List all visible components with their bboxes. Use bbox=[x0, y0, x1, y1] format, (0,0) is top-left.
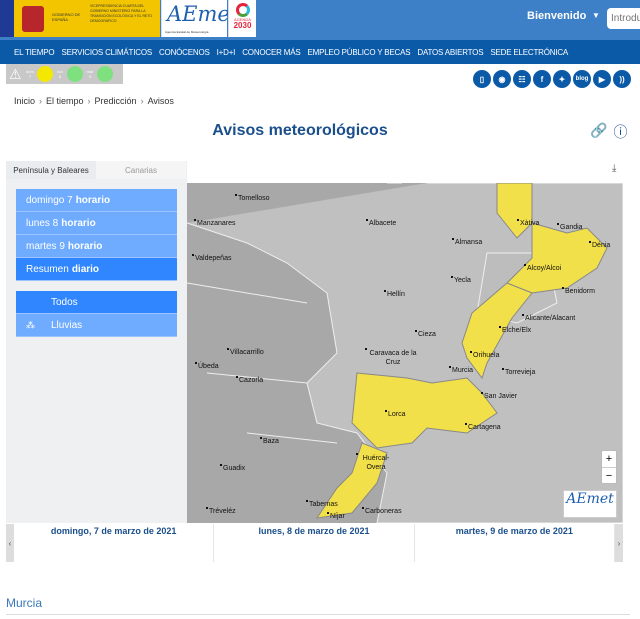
rss-icon[interactable]: )) bbox=[613, 70, 631, 88]
day-carousel: ‹ domingo, 7 de marzo de 2021 lunes, 8 d… bbox=[6, 524, 623, 562]
social-links: ▯ ◉ ☷ f ✦ blog ▶)) bbox=[473, 70, 631, 88]
map-aemet-logo: AEmet bbox=[563, 490, 617, 518]
city-label: Baza bbox=[260, 437, 279, 445]
government-logo[interactable]: GOBIERNO DE ESPAÑA VICEPRESIDENCIA CUARTA… bbox=[0, 0, 160, 37]
link-icon[interactable]: 🔗 bbox=[590, 122, 607, 142]
rain-icon: ⁂ bbox=[26, 319, 35, 330]
divider bbox=[6, 614, 630, 615]
filter-lluvias[interactable]: ⁂ Lluvias bbox=[16, 314, 177, 337]
city-label: Murcia bbox=[448, 366, 474, 374]
nav-sede-electronica[interactable]: SEDE ELECTRÓNICA bbox=[490, 48, 568, 57]
warning-summary[interactable]: ⚠ dom 7 lun 8 mar 9 bbox=[6, 64, 123, 84]
option-domingo[interactable]: domingo 7 horario bbox=[16, 189, 177, 212]
youtube-icon[interactable]: ▶ bbox=[593, 70, 611, 88]
city-label: San Javier bbox=[480, 392, 518, 400]
options-panel: Península y Baleares Canarias domingo 7h… bbox=[6, 161, 187, 523]
tab-peninsula[interactable]: Península y Baleares bbox=[6, 161, 96, 179]
city-label: Carboneras bbox=[362, 507, 402, 515]
warning-dot bbox=[97, 66, 113, 82]
city-label: Yecla bbox=[451, 276, 471, 284]
city-label: Lorca bbox=[385, 410, 406, 418]
option-martes[interactable]: martes 9 horario bbox=[16, 235, 177, 258]
warning-icon: ⚠ bbox=[9, 65, 22, 82]
page-title: Avisos meteorológicos bbox=[212, 122, 388, 139]
city-label: Valdepeñas bbox=[191, 254, 232, 262]
zoom-out-button[interactable]: − bbox=[602, 467, 616, 484]
caret-down-icon[interactable]: ▼ bbox=[592, 11, 600, 20]
city-label: Almansa bbox=[451, 238, 483, 246]
option-resumen[interactable]: Resumen diario bbox=[16, 258, 177, 281]
nav-servicios-climaticos[interactable]: SERVICIOS CLIMÁTICOS bbox=[61, 48, 152, 57]
breadcrumb: Inicio › El tiempo › Predicción › Avisos bbox=[14, 96, 174, 106]
coat-of-arms-icon bbox=[22, 6, 44, 32]
mobile-icon[interactable]: ▯ bbox=[473, 70, 491, 88]
search-input[interactable] bbox=[607, 8, 640, 29]
aemet-logo[interactable]: AEmet Agencia Estatal de Meteorología bbox=[161, 0, 238, 37]
nav-conocenos[interactable]: CONÓCENOS bbox=[159, 48, 210, 57]
warning-dot bbox=[67, 66, 83, 82]
city-label: Dénia bbox=[588, 241, 611, 249]
city-label: Cazorla bbox=[235, 376, 264, 384]
option-lunes[interactable]: lunes 8 horario bbox=[16, 212, 177, 235]
day-domingo[interactable]: domingo, 7 de marzo de 2021 bbox=[14, 524, 215, 562]
city-label: Tomelloso bbox=[235, 194, 270, 202]
day-martes[interactable]: martes, 9 de marzo de 2021 bbox=[415, 524, 615, 562]
city-label: Níjar bbox=[327, 512, 345, 520]
region-heading: Murcia bbox=[6, 596, 43, 610]
warning-dot bbox=[37, 66, 53, 82]
city-label: Elche/Elx bbox=[498, 326, 532, 334]
map-zoom-control: + − bbox=[601, 450, 617, 484]
city-label: Manzanares bbox=[194, 219, 236, 227]
day-lunes[interactable]: lunes, 8 de marzo de 2021 bbox=[214, 524, 415, 562]
city-label: Cieza bbox=[415, 330, 436, 338]
city-label: Xàtiva bbox=[516, 219, 540, 227]
nav-datos-abiertos[interactable]: DATOS ABIERTOS bbox=[417, 48, 483, 57]
city-label: Benidorm bbox=[562, 287, 595, 295]
warnings-map[interactable]: Tomelloso Manzanares Albacete Xàtiva Gan… bbox=[187, 183, 623, 523]
city-label: Torrevieja bbox=[501, 368, 536, 376]
city-label: Cartagena bbox=[465, 423, 501, 431]
sitemap-icon[interactable]: ☷ bbox=[513, 70, 531, 88]
top-bar: GOBIERNO DE ESPAÑA VICEPRESIDENCIA CUARTA… bbox=[0, 0, 640, 40]
nav-conocer-mas[interactable]: CONOCER MÁS bbox=[242, 48, 300, 57]
city-label: Alicante/Alacant bbox=[521, 314, 576, 322]
city-label: Tabernas bbox=[306, 500, 338, 508]
main-nav: EL TIEMPO SERVICIOS CLIMÁTICOS CONÓCENOS… bbox=[0, 40, 640, 64]
blog-icon[interactable]: blog bbox=[573, 70, 591, 88]
city-label: Orihuela bbox=[469, 351, 500, 359]
prev-day-button[interactable]: ‹ bbox=[6, 524, 14, 562]
breadcrumb-avisos[interactable]: Avisos bbox=[148, 96, 174, 106]
city-label: Alcoy/Alcoi bbox=[523, 264, 562, 272]
breadcrumb-el-tiempo[interactable]: El tiempo bbox=[46, 96, 84, 106]
city-label: Caravaca de la Cruz bbox=[365, 348, 417, 366]
next-day-button[interactable]: › bbox=[614, 524, 623, 562]
filter-todos[interactable]: Todos bbox=[16, 291, 177, 314]
city-label: Úbeda bbox=[195, 362, 219, 370]
city-label: Tréveléz bbox=[206, 507, 236, 515]
facebook-icon[interactable]: f bbox=[533, 70, 551, 88]
twitter-icon[interactable]: ✦ bbox=[553, 70, 571, 88]
download-icon[interactable]: ⤓ bbox=[612, 163, 616, 174]
breadcrumb-inicio[interactable]: Inicio bbox=[14, 96, 35, 106]
tab-canarias[interactable]: Canarias bbox=[96, 161, 186, 179]
nav-el-tiempo[interactable]: EL TIEMPO bbox=[14, 48, 55, 57]
city-label: Villacarrillo bbox=[227, 348, 264, 356]
zoom-in-button[interactable]: + bbox=[602, 451, 616, 467]
android-icon[interactable]: ◉ bbox=[493, 70, 511, 88]
welcome-menu[interactable]: Bienvenido bbox=[527, 10, 586, 22]
agenda-2030-logo[interactable]: AGENDA 2030 bbox=[228, 0, 256, 37]
city-label: Guadix bbox=[219, 464, 246, 472]
nav-empleo[interactable]: EMPLEO PÚBLICO Y BECAS bbox=[307, 48, 410, 57]
city-label: Huércal-Overa bbox=[356, 453, 393, 472]
breadcrumb-prediccion[interactable]: Predicción bbox=[95, 96, 137, 106]
nav-idi[interactable]: I+D+I bbox=[217, 48, 236, 57]
city-label: Albacete bbox=[365, 219, 397, 227]
info-icon[interactable]: ⓘ bbox=[613, 122, 627, 142]
city-label: Gandia bbox=[557, 223, 583, 231]
city-label: Hellín bbox=[384, 290, 405, 298]
